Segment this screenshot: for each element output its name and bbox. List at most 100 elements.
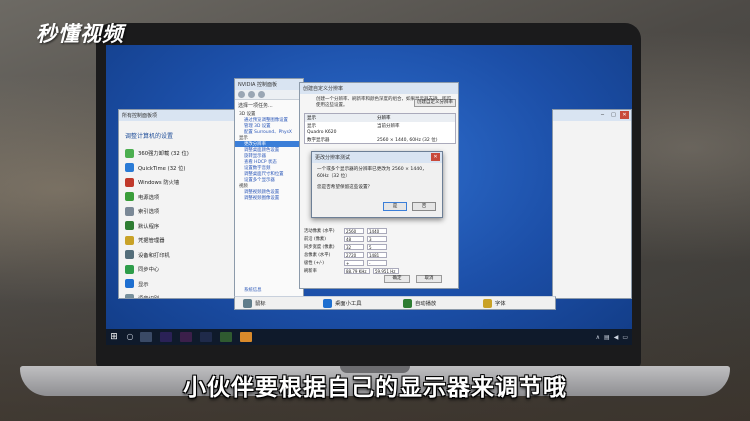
control-panel-item[interactable]: Windows 防火墙 — [119, 175, 245, 190]
timing-parameters: 活动像素 (水平) 2560 1440 前沿 (像素) 48 3 同步宽度 (像素) 32 5 总… — [304, 227, 454, 275]
control-panel-item-label: 同步中心 — [138, 267, 160, 274]
control-panel-item[interactable]: 360强力卸载 (32 位) — [119, 146, 245, 161]
notification-icon[interactable]: ▭ — [622, 334, 628, 341]
timing-param-value-2[interactable]: 1440 — [367, 228, 387, 234]
resolution-row[interactable]: 数字显示器 2560 × 1440, 60Hz (32 位) — [305, 136, 455, 143]
header-resolution: 分辨率 — [377, 116, 391, 121]
control-panel-list: 360强力卸载 (32 位) QuickTime (32 位) Windows 防火… — [119, 146, 245, 298]
timing-param-value-1[interactable]: + — [344, 260, 364, 266]
power-icon — [125, 192, 134, 202]
after-effects-icon[interactable] — [180, 332, 192, 342]
start-button[interactable]: ⊞ — [106, 329, 122, 345]
resolution-row[interactable]: 显示 当前分辨率 — [305, 122, 455, 129]
confirm-line-1: 一个或多个显示器的分辨率已更改为 2560 × 1440，60Hz（32 位） — [317, 167, 427, 179]
close-button[interactable]: ✕ — [620, 111, 629, 119]
app-icon[interactable] — [200, 332, 212, 342]
control-panel-item-label: 电源选项 — [138, 194, 160, 201]
timing-param-value-2[interactable]: - — [367, 260, 387, 266]
timing-param-label: 同步宽度 (像素) — [304, 245, 335, 250]
minimize-button[interactable]: ─ — [598, 111, 607, 119]
control-panel-item-label: 显示 — [138, 281, 149, 288]
control-panel-item[interactable]: 字体 — [483, 298, 555, 308]
timing-param-label: 极性 (+/-) — [304, 261, 324, 266]
video-caption: 小伙伴要根据自己的显示器来调节哦 — [183, 375, 567, 401]
resolution-cell-display: 显示 — [307, 124, 316, 129]
timing-param-row: 同步宽度 (像素) 32 5 — [304, 243, 454, 251]
resolution-row[interactable]: Quadro K620 — [305, 129, 455, 136]
timing-param-label: 活动像素 (水平) — [304, 229, 335, 234]
control-panel-item-label: 字体 — [495, 301, 506, 307]
control-panel-item-label: 凭据管理器 — [138, 238, 165, 245]
timing-param-value-2[interactable]: 1481 — [367, 252, 387, 258]
resolution-table-header: 显示 分辨率 — [305, 114, 455, 122]
uninstall-icon — [125, 148, 134, 158]
control-panel-item-label: 设备和打印机 — [138, 252, 170, 259]
control-panel-item[interactable]: 语音识别 — [119, 291, 245, 298]
control-panel-item-label: 语音识别 — [138, 294, 159, 298]
control-panel-item-icon — [483, 298, 492, 308]
timing-param-row: 前沿 (像素) 48 3 — [304, 235, 454, 243]
timing-param-value-1[interactable]: 2560 — [344, 228, 364, 234]
timing-param-value-2[interactable]: 3 — [367, 236, 387, 242]
video-app-icon[interactable] — [240, 332, 252, 342]
yes-button[interactable]: 是 — [383, 202, 407, 211]
nvidia-control-panel: NVIDIA 控制面板 选择一项任务... 3D 设置 通过预览调整图像设置 管理 … — [234, 78, 304, 298]
control-panel-item[interactable]: 设备和打印机 — [119, 248, 245, 263]
dialog-close-button[interactable]: ✕ — [431, 153, 440, 161]
nvidia-task-tree: 3D 设置 通过预览调整图像设置 管理 3D 设置 配置 Surround、PhysX… — [235, 111, 303, 201]
timing-param-label: 总像素 (水平) — [304, 253, 331, 258]
control-panel-item[interactable]: 桌面小工具 — [323, 298, 395, 308]
control-panel-item[interactable]: 同步中心 — [119, 262, 245, 277]
control-panel-item-label: QuickTime (32 位) — [138, 165, 186, 172]
control-panel-item[interactable]: 自动播放 — [403, 298, 475, 308]
timing-param-row: 总像素 (水平) 2720 1481 — [304, 251, 454, 259]
search-icon[interactable]: ○ — [124, 331, 136, 343]
firewall-icon — [125, 177, 134, 187]
create-custom-resolution-button[interactable]: 创建自定义分辨率 — [414, 99, 456, 107]
resolution-table: 显示 分辨率 显示 当前分辨率 Quadro K620 数字显示器 2560 × 144… — [304, 113, 456, 144]
timing-param-label: 前沿 (像素) — [304, 237, 326, 242]
timing-param-value-2[interactable]: 59.951 Hz — [373, 268, 399, 274]
control-panel-item-label: 自动播放 — [415, 301, 437, 307]
control-panel-item-icon — [243, 298, 252, 308]
forward-icon[interactable] — [248, 91, 255, 98]
timing-param-value-1[interactable]: 48 — [344, 236, 364, 242]
ok-button[interactable]: 确定 — [384, 275, 410, 283]
no-button[interactable]: 否 — [412, 202, 436, 211]
nvidia-taskbar-icon[interactable] — [220, 332, 232, 342]
task-view-icon[interactable] — [140, 332, 152, 342]
control-panel-item[interactable]: QuickTime (32 位) — [119, 161, 245, 176]
control-panel-item[interactable]: 鼠标 — [243, 298, 315, 308]
sync-icon — [125, 264, 134, 274]
timing-param-value-1[interactable]: 2720 — [344, 252, 364, 258]
nvidia-task-link[interactable]: 调整视频图像设置 — [235, 195, 303, 201]
timing-param-value-1[interactable]: 88.79 KHz — [344, 268, 370, 274]
control-panel-item[interactable]: 电源选项 — [119, 190, 245, 205]
system-info-link[interactable]: 系统信息 — [235, 287, 262, 293]
taskbar: ⊞ ○ ∧ ▤ ◀ ▭ — [106, 329, 632, 345]
control-panel-item[interactable]: 默认程序 — [119, 219, 245, 234]
control-panel-item-label: 鼠标 — [255, 301, 266, 307]
premiere-icon[interactable] — [160, 332, 172, 342]
home-icon[interactable] — [258, 91, 265, 98]
control-panel-bottom-row: 鼠标 桌面小工具 自动播放 字体 — [234, 296, 556, 310]
control-panel-item[interactable]: 显示 — [119, 277, 245, 292]
maximize-button[interactable]: □ — [609, 111, 618, 119]
control-panel-item-label: Windows 防火墙 — [138, 180, 180, 187]
confirm-line-2: 您是否希望保留这些设置？ — [317, 185, 373, 190]
timing-param-value-1[interactable]: 32 — [344, 244, 364, 250]
cancel-button[interactable]: 取消 — [416, 275, 442, 283]
control-panel-item-label: 索引选项 — [138, 209, 160, 216]
back-icon[interactable] — [238, 91, 245, 98]
printer-icon — [125, 250, 134, 260]
timing-param-value-2[interactable]: 5 — [367, 244, 387, 250]
control-panel-item[interactable]: 凭据管理器 — [119, 233, 245, 248]
network-icon[interactable]: ▤ — [604, 334, 610, 341]
control-panel-item[interactable]: 索引选项 — [119, 204, 245, 219]
volume-icon[interactable]: ◀ — [614, 334, 619, 341]
speech-icon — [125, 293, 134, 298]
default-programs-icon — [125, 221, 134, 231]
tray-chevron-icon[interactable]: ∧ — [596, 334, 600, 341]
control-panel-item-label: 360强力卸载 (32 位) — [138, 151, 189, 158]
nvidia-title: NVIDIA 控制面板 — [235, 79, 303, 90]
